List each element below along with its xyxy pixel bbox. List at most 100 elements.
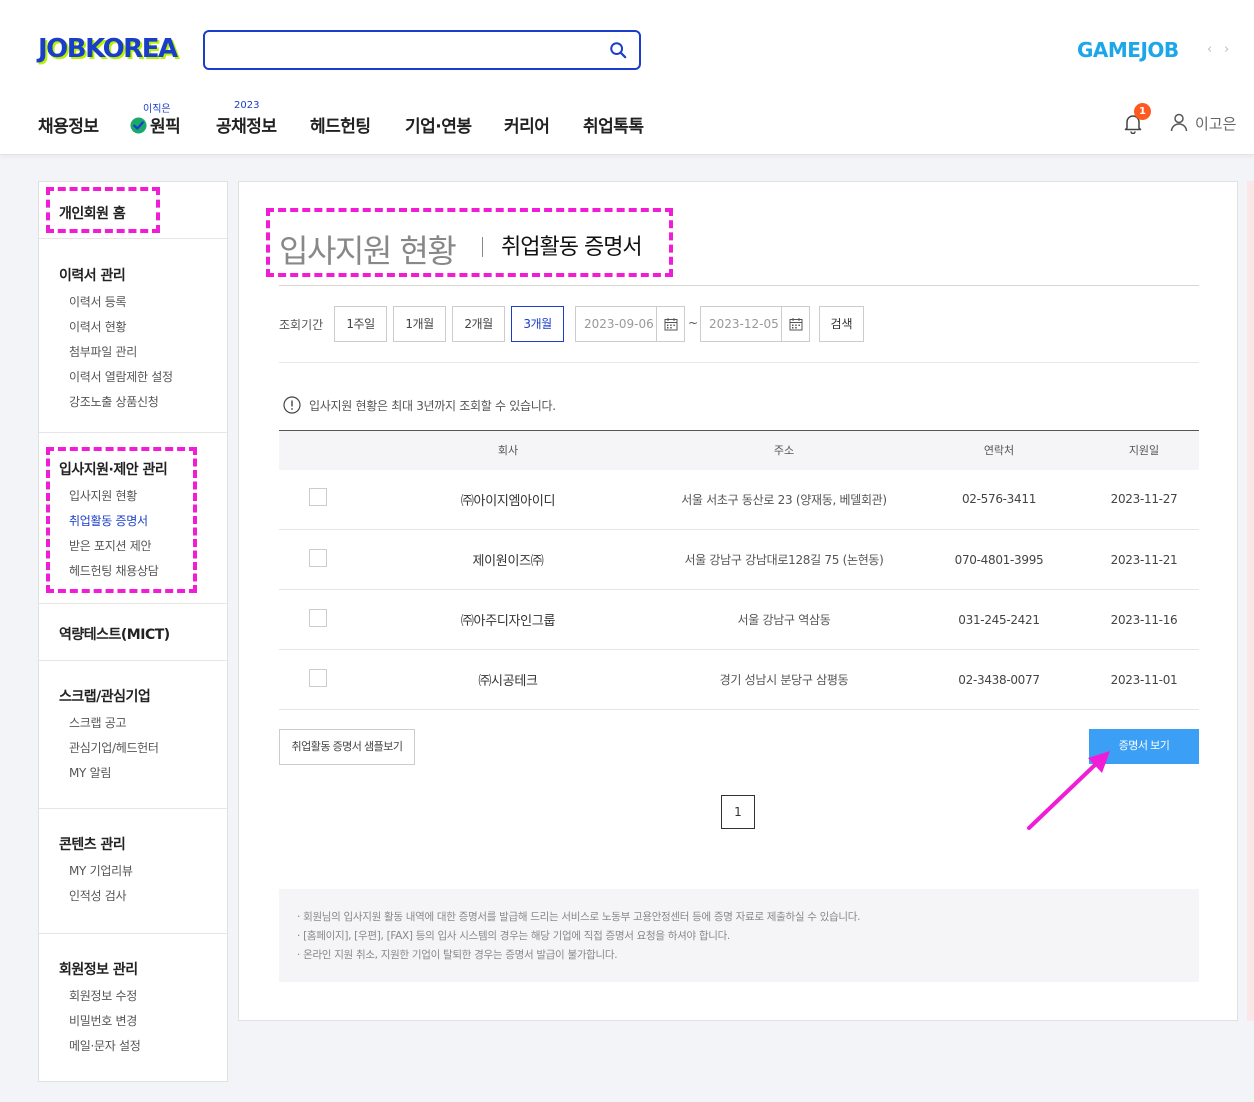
apply-date: 2023-11-21 — [1089, 529, 1199, 590]
row-checkbox[interactable] — [309, 488, 327, 507]
company-address: 서울 서초구 동산로 23 (양재동, 베델회관) — [659, 469, 909, 530]
guide-item: · 온라인 지원 취소, 지원한 기업이 탈퇴한 경우는 증명서 발급이 불가합… — [297, 949, 618, 961]
sidebar-home-link[interactable]: 개인회원 홈 — [59, 203, 227, 223]
period-label: 조회기간 — [279, 318, 324, 332]
period-1week-button[interactable]: 1주일 — [334, 306, 387, 342]
row-checkbox-cell — [279, 649, 357, 710]
start-date-field[interactable]: 2023-09-06 — [575, 306, 685, 342]
sidebar-section-application: 입사지원·제안 관리 입사지원 현황 취업활동 증명서 받은 포지션 제안 헤드… — [39, 433, 227, 604]
company-address: 경기 성남시 분당구 삼평동 — [659, 649, 909, 710]
guide-item: · 회원님의 입사지원 활동 내역에 대한 증명서를 발급해 드리는 서비스로 … — [297, 911, 861, 923]
start-date-value: 2023-09-06 — [584, 317, 654, 331]
sidebar-section-mict: 역량테스트(MICT) — [39, 604, 227, 661]
sidebar-item-interest-companies[interactable]: 관심기업/헤드헌터 — [59, 739, 227, 756]
sidebar-title-resume[interactable]: 이력서 관리 — [59, 265, 227, 285]
user-icon[interactable] — [1169, 112, 1189, 132]
nav-item-jobs[interactable]: 채용정보 — [38, 112, 99, 137]
apply-date: 2023-11-27 — [1089, 469, 1199, 530]
view-certificate-button[interactable]: 증명서 보기 — [1089, 729, 1199, 764]
search-input[interactable] — [217, 32, 597, 66]
nav-item-talk[interactable]: 취업톡톡 — [583, 112, 644, 137]
sidebar-home-section: 개인회원 홈 — [39, 182, 227, 239]
guide-text: [홈페이지], [우편], [FAX] 등의 입사 시스템의 경우는 해당 기업… — [303, 930, 730, 942]
sidebar-item-my-alerts[interactable]: MY 알림 — [59, 764, 227, 781]
search-button[interactable]: 검색 — [819, 306, 864, 342]
company-phone: 070-4801-3995 — [909, 529, 1089, 590]
jobkorea-logo[interactable]: JOBKOREA — [38, 34, 178, 64]
sidebar-item-highlight-product[interactable]: 강조노출 상품신청 — [59, 393, 227, 410]
sidebar-item-change-password[interactable]: 비밀번호 변경 — [59, 1012, 227, 1029]
sidebar-item-resume-status[interactable]: 이력서 현황 — [59, 318, 227, 335]
period-1month-button[interactable]: 1개월 — [393, 306, 446, 342]
nav-item-onepick[interactable]: 원픽 — [130, 112, 181, 137]
row-checkbox[interactable] — [309, 608, 327, 627]
pagination-page-1[interactable]: 1 — [721, 795, 755, 829]
filter-divider — [279, 362, 1199, 363]
sidebar-title-member[interactable]: 회원정보 관리 — [59, 959, 227, 979]
table-header-row: 회사 주소 연락처 지원일 — [279, 430, 1199, 470]
page-title: 입사지원 현황 — [279, 232, 457, 270]
check-circle-icon — [130, 117, 147, 134]
end-date-field[interactable]: 2023-12-05 — [700, 306, 810, 342]
right-edge-banner — [1247, 181, 1254, 1021]
sidebar-item-position-offers[interactable]: 받은 포지션 제안 — [59, 537, 227, 554]
company-name: 제이원이즈㈜ — [357, 529, 659, 590]
sidebar-item-attachments[interactable]: 첨부파일 관리 — [59, 343, 227, 360]
user-name[interactable]: 이고은 — [1195, 113, 1236, 134]
row-checkbox-cell — [279, 469, 357, 530]
apply-date: 2023-11-16 — [1089, 589, 1199, 650]
sidebar-item-view-restriction[interactable]: 이력서 열람제한 설정 — [59, 368, 227, 385]
chevron-right-icon[interactable]: › — [1224, 42, 1229, 57]
row-checkbox[interactable] — [309, 668, 327, 687]
search-box — [203, 30, 641, 70]
sidebar-item-certificate[interactable]: 취업활동 증명서 — [59, 512, 227, 529]
row-checkbox-cell — [279, 529, 357, 590]
sidebar-title-content[interactable]: 콘텐츠 관리 — [59, 834, 227, 854]
title-divider — [482, 237, 483, 257]
sidebar-item-headhunting-consult[interactable]: 헤드헌팅 채용상담 — [59, 562, 227, 579]
sidebar-item-application-status[interactable]: 입사지원 현황 — [59, 487, 227, 504]
header-checkbox-cell — [279, 430, 357, 470]
calendar-icon[interactable] — [781, 307, 809, 341]
header-phone: 연락처 — [909, 430, 1089, 470]
guide-box: · 회원님의 입사지원 활동 내역에 대한 증명서를 발급해 드리는 서비스로 … — [279, 889, 1199, 982]
sidebar-section-content: 콘텐츠 관리 MY 기업리뷰 인적성 검사 — [39, 809, 227, 934]
certificate-sample-button[interactable]: 취업활동 증명서 샘플보기 — [279, 729, 415, 765]
sidebar-item-scrap-jobs[interactable]: 스크랩 공고 — [59, 714, 227, 731]
nav-item-gongchae[interactable]: 공채정보 — [216, 112, 277, 137]
period-3month-button[interactable]: 3개월 — [511, 306, 564, 342]
calendar-icon[interactable] — [656, 307, 684, 341]
company-phone: 02-3438-0077 — [909, 649, 1089, 710]
header-date: 지원일 — [1089, 430, 1199, 470]
nav-item-company-salary[interactable]: 기업·연봉 — [405, 112, 472, 137]
sidebar-item-edit-profile[interactable]: 회원정보 수정 — [59, 987, 227, 1004]
chevron-left-icon[interactable]: ‹ — [1207, 42, 1212, 57]
gamejob-logo[interactable]: GAMEJOB — [1077, 38, 1179, 62]
company-name: ㈜아이지엠아이디 — [357, 469, 659, 530]
company-address: 서울 강남구 강남대로128길 75 (논현동) — [659, 529, 909, 590]
sidebar-section-scrap: 스크랩/관심기업 스크랩 공고 관심기업/헤드헌터 MY 알림 — [39, 661, 227, 809]
row-checkbox[interactable] — [309, 548, 327, 567]
period-2month-button[interactable]: 2개월 — [452, 306, 505, 342]
company-address: 서울 강남구 역삼동 — [659, 589, 909, 650]
table-row: ㈜시공테크 경기 성남시 분당구 삼평동 02-3438-0077 2023-1… — [279, 649, 1199, 710]
sidebar-item-resume-register[interactable]: 이력서 등록 — [59, 293, 227, 310]
sidebar-title-scrap[interactable]: 스크랩/관심기업 — [59, 686, 227, 706]
sidebar-item-mail-sms-settings[interactable]: 메일·문자 설정 — [59, 1037, 227, 1054]
guide-text: 회원님의 입사지원 활동 내역에 대한 증명서를 발급해 드리는 서비스로 노동… — [303, 911, 861, 923]
sidebar-item-aptitude-test[interactable]: 인적성 검사 — [59, 887, 227, 904]
sidebar-title-mict[interactable]: 역량테스트(MICT) — [59, 624, 227, 644]
sidebar-item-my-reviews[interactable]: MY 기업리뷰 — [59, 862, 227, 879]
notice: 입사지원 현황은 최대 3년까지 조회할 수 있습니다. — [283, 396, 556, 414]
table-row: ㈜아이지엠아이디 서울 서초구 동산로 23 (양재동, 베델회관) 02-57… — [279, 469, 1199, 530]
application-table: 회사 주소 연락처 지원일 ㈜아이지엠아이디 서울 서초구 동산로 23 (양재… — [279, 430, 1199, 710]
end-date-value: 2023-12-05 — [709, 317, 779, 331]
sidebar-section-member: 회원정보 관리 회원정보 수정 비밀번호 변경 메일·문자 설정 — [39, 934, 227, 1081]
nav-item-headhunting[interactable]: 헤드헌팅 — [310, 112, 371, 137]
search-icon[interactable] — [609, 41, 627, 59]
company-phone: 031-245-2421 — [909, 589, 1089, 650]
sidebar-title-application[interactable]: 입사지원·제안 관리 — [59, 459, 227, 479]
company-name: ㈜아주디자인그룹 — [357, 589, 659, 650]
table-row: 제이원이즈㈜ 서울 강남구 강남대로128길 75 (논현동) 070-4801… — [279, 529, 1199, 590]
nav-item-career[interactable]: 커리어 — [504, 112, 550, 137]
